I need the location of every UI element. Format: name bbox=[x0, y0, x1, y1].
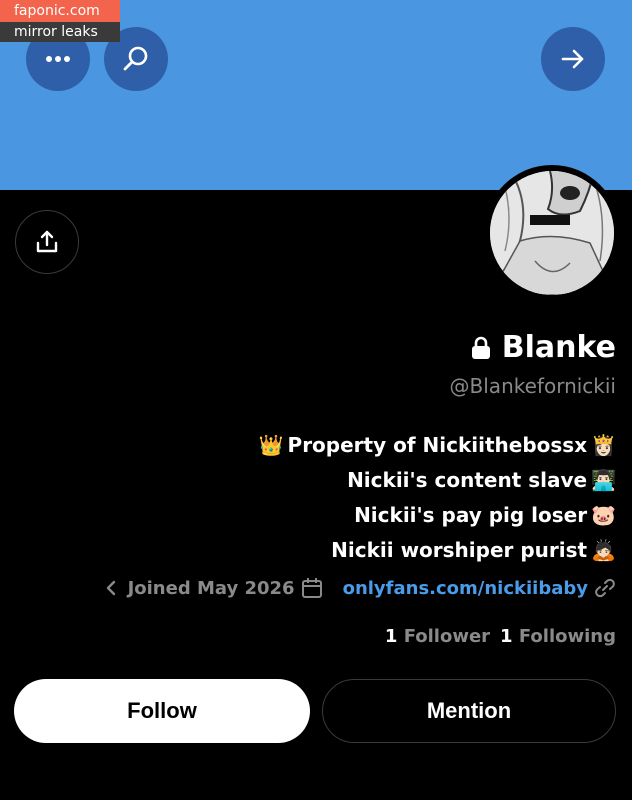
share-upload-icon bbox=[36, 230, 58, 253]
following-count: 1 bbox=[500, 626, 513, 647]
more-horizontal-icon bbox=[46, 56, 70, 62]
bio-line: Nickii's content slave 👨🏻‍💻 bbox=[259, 463, 616, 498]
arrow-right-icon bbox=[561, 49, 584, 69]
profile-meta: Joined May 2026 onlyfans.com/nickiibaby bbox=[104, 577, 616, 599]
bio-line: Nickii's pay pig loser 🐷 bbox=[259, 498, 616, 533]
followers-stat[interactable]: 1 Follower bbox=[385, 626, 490, 647]
bowing-emoji: 🙇🏻 bbox=[591, 538, 616, 562]
avatar[interactable] bbox=[484, 165, 620, 301]
technologist-emoji: 👨🏻‍💻 bbox=[591, 468, 616, 492]
search-icon bbox=[123, 46, 148, 71]
profile-link[interactable]: onlyfans.com/nickiibaby bbox=[343, 578, 588, 599]
lock-icon bbox=[471, 336, 490, 359]
calendar-icon bbox=[301, 578, 322, 598]
bio-text: Nickii's content slave bbox=[347, 468, 588, 492]
crown-emoji: 👑 bbox=[258, 433, 284, 457]
watermark-tagline: mirror leaks bbox=[0, 22, 120, 42]
forward-button[interactable] bbox=[541, 27, 605, 91]
share-button[interactable] bbox=[15, 210, 79, 274]
followers-label: Follower bbox=[403, 626, 491, 647]
link-icon bbox=[595, 578, 615, 598]
watermark: faponic.com mirror leaks bbox=[0, 0, 120, 42]
bio: 👑 Property of Nickiithebossx 👸🏻 Nickii's… bbox=[259, 428, 616, 568]
bio-line: 👑 Property of Nickiithebossx 👸🏻 bbox=[259, 428, 616, 463]
princess-emoji: 👸🏻 bbox=[591, 433, 616, 457]
display-name: Blanke bbox=[470, 330, 616, 365]
following-label: Following bbox=[518, 626, 616, 647]
chevron-icon[interactable] bbox=[104, 580, 118, 596]
bio-line: Nickii worshiper purist 🙇🏻 bbox=[259, 533, 616, 568]
mention-button[interactable]: Mention bbox=[322, 679, 616, 743]
pig-emoji: 🐷 bbox=[591, 503, 616, 527]
bio-text: Nickii's pay pig loser bbox=[354, 503, 588, 527]
followers-count: 1 bbox=[384, 626, 398, 647]
joined-date: Joined May 2026 bbox=[127, 577, 295, 599]
avatar-image bbox=[490, 171, 614, 295]
user-handle: @Blankefornickii bbox=[449, 374, 616, 398]
watermark-site: faponic.com bbox=[0, 0, 120, 22]
following-stat[interactable]: 1 Following bbox=[500, 626, 616, 647]
follow-button[interactable]: Follow bbox=[14, 679, 310, 743]
display-name-text: Blanke bbox=[501, 330, 616, 365]
follow-stats: 1 Follower 1 Following bbox=[385, 626, 616, 647]
bio-text: Nickii worshiper purist bbox=[331, 538, 588, 562]
bio-text: Property of Nickiithebossx bbox=[287, 433, 588, 457]
